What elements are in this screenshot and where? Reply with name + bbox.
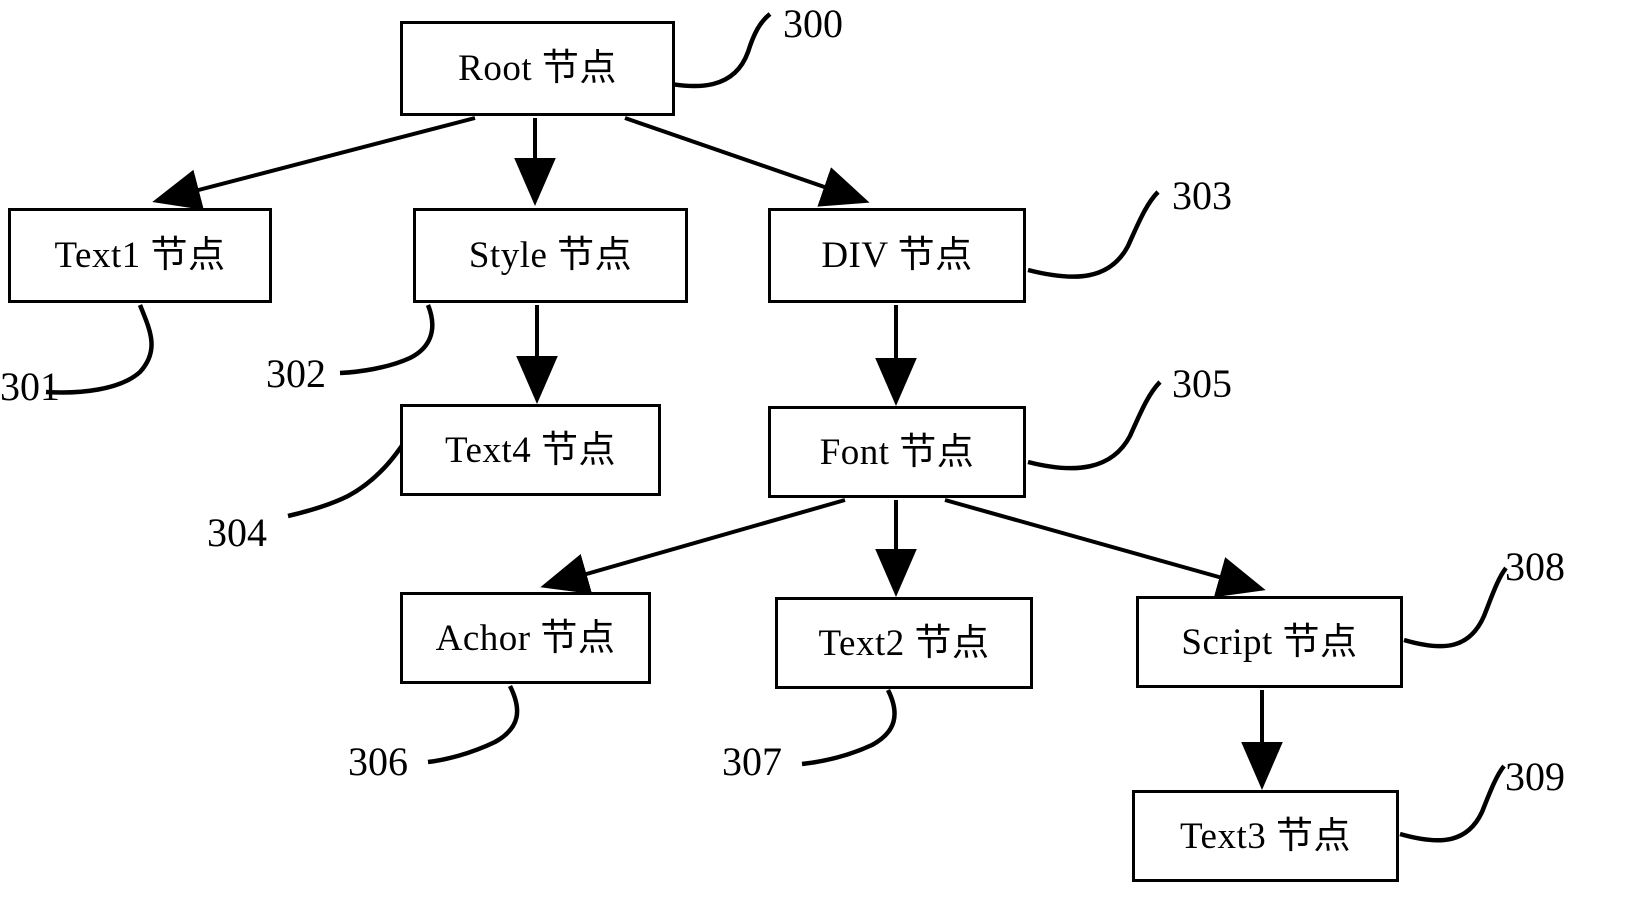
leader-308 (1403, 566, 1508, 649)
leader-306 (427, 684, 520, 765)
node-text1-label: Text1 节点 (54, 235, 226, 276)
node-text4-label: Text4 节点 (445, 429, 616, 471)
leader-309 (1399, 764, 1506, 843)
leader-302 (339, 304, 435, 376)
ref-number-300: 300 (783, 1, 843, 46)
node-font-label: Font 节点 (819, 431, 975, 473)
figure-canvas: Root 节点 Text1 节点 Style 节点 DIV 节点 Text4 节… (0, 0, 1626, 921)
node-text4[interactable]: Text4 节点 (400, 404, 661, 496)
ref-number-306: 306 (348, 739, 408, 784)
node-text2[interactable]: Text2 节点 (775, 597, 1033, 689)
edge-font-achor (540, 498, 846, 594)
node-text3-label: Text3 节点 (1180, 815, 1351, 857)
ref-number-304: 304 (207, 510, 267, 555)
ref-number-307: 307 (722, 739, 782, 784)
ref-number-305: 305 (1172, 361, 1232, 406)
leader-304 (287, 422, 417, 519)
ref-number-301: 301 (0, 364, 60, 409)
node-style-label: Style 节点 (468, 235, 633, 276)
node-div-label: DIV 节点 (821, 235, 973, 276)
node-root[interactable]: Root 节点 (400, 21, 675, 116)
ref-number-308: 308 (1505, 544, 1565, 589)
leader-303 (1027, 190, 1160, 279)
ref-number-303: 303 (1172, 173, 1232, 218)
node-font[interactable]: Font 节点 (768, 406, 1026, 498)
node-achor[interactable]: Achor 节点 (400, 592, 651, 684)
edge-root-div (624, 116, 870, 207)
edge-font-script (944, 498, 1266, 598)
ref-number-309: 309 (1505, 754, 1565, 799)
node-text1[interactable]: Text1 节点 (8, 208, 272, 303)
edge-root-text1 (152, 116, 476, 211)
node-root-label: Root 节点 (458, 48, 617, 89)
node-script[interactable]: Script 节点 (1136, 596, 1403, 688)
node-achor-label: Achor 节点 (435, 617, 616, 659)
node-script-label: Script 节点 (1181, 621, 1358, 663)
leader-305 (1027, 380, 1162, 471)
node-text3[interactable]: Text3 节点 (1132, 790, 1399, 882)
leader-307 (801, 688, 897, 767)
node-text2-label: Text2 节点 (818, 622, 990, 664)
node-div[interactable]: DIV 节点 (768, 208, 1026, 303)
node-style[interactable]: Style 节点 (413, 208, 688, 303)
leader-301 (45, 304, 154, 395)
ref-number-302: 302 (266, 351, 326, 396)
